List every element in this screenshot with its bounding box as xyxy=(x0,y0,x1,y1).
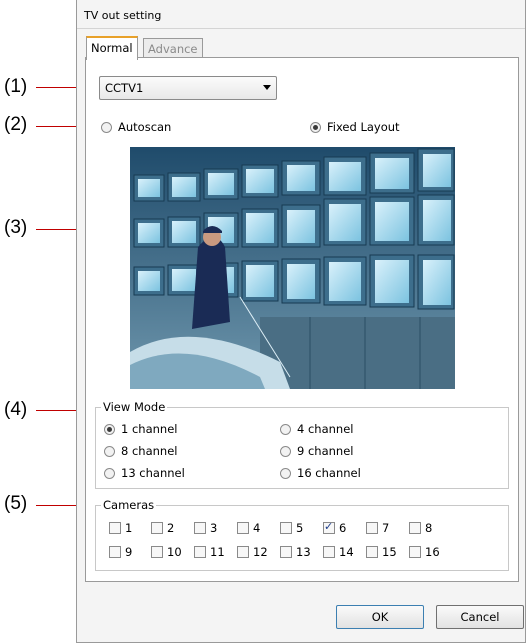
view-mode-label: 13 channel xyxy=(121,466,185,480)
chevron-down-icon xyxy=(263,85,271,90)
radio-selected-icon xyxy=(104,423,115,435)
surveillance-room-image xyxy=(130,147,455,389)
radio-icon xyxy=(280,467,291,479)
view-mode-label: 16 channel xyxy=(297,466,361,480)
checkbox-icon xyxy=(194,546,206,558)
callout-2: (2) xyxy=(4,114,28,135)
camera-label: 6 xyxy=(339,521,347,535)
fixed-layout-label: Fixed Layout xyxy=(327,120,400,134)
camera-label: 2 xyxy=(167,521,175,535)
camera-label: 10 xyxy=(167,545,182,559)
camera-checkbox-12[interactable]: 12 xyxy=(237,545,268,559)
camera-checkbox-2[interactable]: 2 xyxy=(151,521,174,535)
camera-label: 15 xyxy=(382,545,397,559)
checkbox-checked-icon xyxy=(323,520,335,534)
checkbox-icon xyxy=(366,522,378,534)
checkbox-icon xyxy=(280,546,292,558)
checkbox-icon xyxy=(151,546,163,558)
camera-checkbox-4[interactable]: 4 xyxy=(237,521,260,535)
camera-label: 8 xyxy=(425,521,433,535)
cameras-group xyxy=(95,505,509,571)
view-mode-13-channel[interactable]: 13 channel xyxy=(104,466,185,480)
radio-icon xyxy=(101,121,112,133)
title-bar: TV out setting xyxy=(77,0,525,29)
checkbox-icon xyxy=(409,546,421,558)
camera-label: 12 xyxy=(253,545,268,559)
camera-checkbox-6[interactable]: 6 xyxy=(323,520,347,535)
tab-advance[interactable]: Advance xyxy=(143,38,203,58)
radio-icon xyxy=(104,445,115,457)
camera-checkbox-1[interactable]: 1 xyxy=(109,521,132,535)
camera-label: 13 xyxy=(296,545,311,559)
checkbox-icon xyxy=(366,546,378,558)
camera-preview xyxy=(130,147,455,389)
camera-checkbox-5[interactable]: 5 xyxy=(280,521,303,535)
camera-label: 11 xyxy=(210,545,225,559)
output-select-value: CCTV1 xyxy=(105,81,144,95)
radio-icon xyxy=(104,467,115,479)
camera-label: 5 xyxy=(296,521,304,535)
camera-checkbox-14[interactable]: 14 xyxy=(323,545,354,559)
radio-selected-icon xyxy=(310,121,321,133)
camera-label: 4 xyxy=(253,521,261,535)
camera-label: 9 xyxy=(125,545,133,559)
callout-3: (3) xyxy=(4,217,28,238)
camera-checkbox-3[interactable]: 3 xyxy=(194,521,217,535)
output-select[interactable]: CCTV1 xyxy=(99,76,277,100)
checkbox-icon xyxy=(109,546,121,558)
view-mode-8-channel[interactable]: 8 channel xyxy=(104,444,177,458)
checkbox-icon xyxy=(237,522,249,534)
checkbox-icon xyxy=(280,522,292,534)
radio-icon xyxy=(280,423,291,435)
camera-label: 16 xyxy=(425,545,440,559)
camera-checkbox-7[interactable]: 7 xyxy=(366,521,389,535)
checkbox-icon xyxy=(409,522,421,534)
autoscan-label: Autoscan xyxy=(118,120,172,134)
callout-1: (1) xyxy=(4,76,28,97)
autoscan-radio[interactable]: Autoscan xyxy=(101,120,171,134)
view-mode-label: 4 channel xyxy=(297,422,354,436)
view-mode-label: 1 channel xyxy=(121,422,178,436)
view-mode-label: 9 channel xyxy=(297,444,354,458)
ok-button[interactable]: OK xyxy=(336,605,424,629)
camera-checkbox-15[interactable]: 15 xyxy=(366,545,397,559)
view-mode-4-channel[interactable]: 4 channel xyxy=(280,422,353,436)
camera-checkbox-10[interactable]: 10 xyxy=(151,545,182,559)
cameras-title: Cameras xyxy=(101,498,157,512)
camera-label: 14 xyxy=(339,545,354,559)
tab-normal[interactable]: Normal xyxy=(86,36,138,60)
checkbox-icon xyxy=(237,546,249,558)
camera-checkbox-16[interactable]: 16 xyxy=(409,545,440,559)
radio-icon xyxy=(280,445,291,457)
window-title: TV out setting xyxy=(84,9,162,22)
camera-checkbox-11[interactable]: 11 xyxy=(194,545,225,559)
camera-checkbox-9[interactable]: 9 xyxy=(109,545,132,559)
camera-label: 3 xyxy=(210,521,218,535)
view-mode-16-channel[interactable]: 16 channel xyxy=(280,466,361,480)
callout-5: (5) xyxy=(4,493,28,514)
camera-checkbox-8[interactable]: 8 xyxy=(409,521,432,535)
camera-checkbox-13[interactable]: 13 xyxy=(280,545,311,559)
view-mode-title: View Mode xyxy=(101,400,168,414)
cancel-button[interactable]: Cancel xyxy=(436,605,524,629)
view-mode-label: 8 channel xyxy=(121,444,178,458)
checkbox-icon xyxy=(194,522,206,534)
view-mode-1-channel[interactable]: 1 channel xyxy=(104,422,177,436)
camera-label: 7 xyxy=(382,521,390,535)
fixed-layout-radio[interactable]: Fixed Layout xyxy=(310,120,400,134)
checkbox-icon xyxy=(151,522,163,534)
view-mode-9-channel[interactable]: 9 channel xyxy=(280,444,353,458)
checkbox-icon xyxy=(109,522,121,534)
callout-4: (4) xyxy=(4,399,28,420)
camera-label: 1 xyxy=(125,521,133,535)
checkbox-icon xyxy=(323,546,335,558)
